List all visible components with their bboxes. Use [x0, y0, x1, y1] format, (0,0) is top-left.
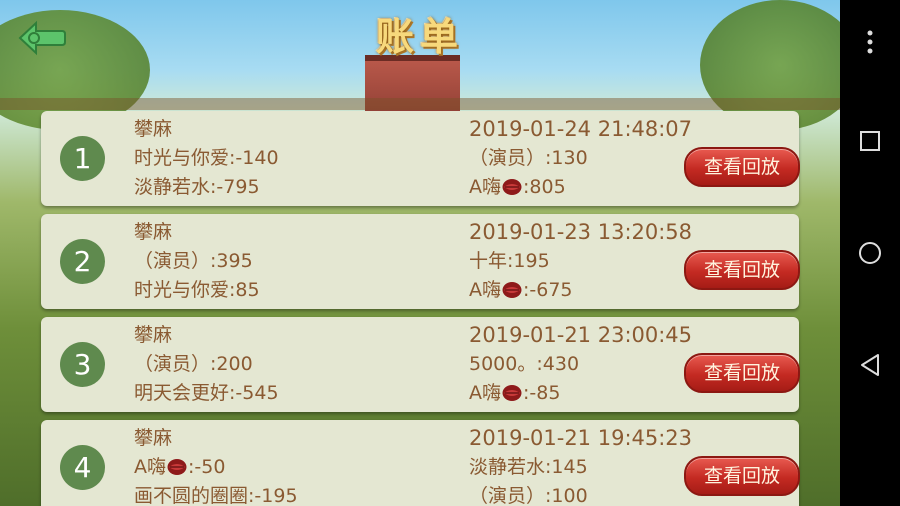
bill-record-card: 2 攀麻 2019-01-23 13:20:58 （演员）:395 时光与你爱:85 十年…: [41, 214, 800, 309]
lips-icon: [501, 279, 523, 301]
player-score: 十年:195: [469, 250, 550, 272]
lips-icon: [166, 456, 188, 478]
player-name: 画不圆的圈圈: [134, 485, 249, 506]
record-index-badge: 4: [60, 445, 105, 490]
player-score: A嗨 :-50: [134, 456, 225, 478]
player-points: :85: [229, 279, 260, 301]
player-score: A嗨 :-675: [469, 279, 573, 301]
player-score: 5000。:430: [469, 353, 579, 375]
record-index-badge: 1: [60, 136, 105, 181]
player-score: （演员）:100: [469, 485, 588, 506]
player-name: A嗨: [469, 279, 501, 301]
game-name: 攀麻: [134, 118, 173, 140]
game-name: 攀麻: [134, 221, 173, 243]
record-index-badge: 2: [60, 239, 105, 284]
player-score: A嗨 :-85: [469, 382, 560, 404]
player-points: :-195: [248, 485, 298, 506]
player-name: A嗨: [469, 176, 501, 198]
player-score: （演员）:130: [469, 147, 588, 169]
view-replay-button[interactable]: 查看回放: [684, 147, 800, 187]
player-name: （演员）: [469, 147, 546, 169]
bill-record-card: 4 攀麻 2019-01-21 19:45:23 A嗨 :-50 画不圆的圈圈:-195 淡…: [41, 420, 800, 506]
player-score: 时光与你爱:85: [134, 279, 260, 301]
player-name: 十年: [469, 250, 508, 272]
player-score: 画不圆的圈圈:-195: [134, 485, 298, 506]
record-index-badge: 3: [60, 342, 105, 387]
player-name: （演员）: [134, 353, 211, 375]
player-points: :395: [210, 250, 253, 272]
home-icon[interactable]: [850, 233, 890, 273]
bill-record-card: 1 攀麻 2019-01-24 21:48:07 时光与你爱:-140 淡静若水:-79…: [41, 111, 800, 206]
player-name: A嗨: [469, 382, 501, 404]
record-datetime: 2019-01-21 23:00:45: [469, 323, 693, 347]
player-name: 5000。: [469, 353, 537, 375]
player-points: :145: [545, 456, 588, 478]
player-points: :-675: [523, 279, 573, 301]
player-score: （演员）:395: [134, 250, 253, 272]
game-name: 攀麻: [134, 427, 173, 449]
android-nav-bar: [840, 0, 900, 506]
game-background: 账单 1 攀麻 2019-01-24 21:48:07 时光与你爱:-140 淡静若水:…: [0, 0, 840, 506]
record-datetime: 2019-01-24 21:48:07: [469, 117, 693, 141]
player-points: :-140: [229, 147, 279, 169]
player-points: :-50: [188, 456, 226, 478]
recents-icon[interactable]: [850, 121, 890, 161]
back-arrow-icon: [18, 20, 66, 56]
view-replay-button[interactable]: 查看回放: [684, 250, 800, 290]
lips-icon: [501, 176, 523, 198]
player-name: 淡静若水: [469, 456, 546, 478]
player-score: A嗨 :805: [469, 176, 566, 198]
page-title: 账单: [375, 15, 464, 59]
game-name: 攀麻: [134, 324, 173, 346]
player-score: 明天会更好:-545: [134, 382, 279, 404]
player-name: （演员）: [134, 250, 211, 272]
player-points: :195: [507, 250, 550, 272]
lips-icon: [501, 382, 523, 404]
bill-record-card: 3 攀麻 2019-01-21 23:00:45 （演员）:200 明天会更好:-545…: [41, 317, 800, 412]
player-score: 淡静若水:-795: [134, 176, 260, 198]
more-vert-icon[interactable]: [850, 22, 890, 62]
view-replay-button[interactable]: 查看回放: [684, 353, 800, 393]
player-points: :130: [545, 147, 588, 169]
player-score: 时光与你爱:-140: [134, 147, 279, 169]
player-points: :805: [523, 176, 566, 198]
player-score: （演员）:200: [134, 353, 253, 375]
header-shadow-band: [0, 98, 840, 110]
player-points: :200: [210, 353, 253, 375]
player-points: :100: [545, 485, 588, 506]
player-name: 时光与你爱: [134, 279, 230, 301]
player-points: :-795: [210, 176, 260, 198]
player-points: :-85: [523, 382, 561, 404]
back-button[interactable]: [18, 20, 66, 56]
player-name: 淡静若水: [134, 176, 211, 198]
view-replay-button[interactable]: 查看回放: [684, 456, 800, 496]
player-score: 淡静若水:145: [469, 456, 588, 478]
record-datetime: 2019-01-23 13:20:58: [469, 220, 693, 244]
player-name: 明天会更好: [134, 382, 230, 404]
nav-back-icon[interactable]: [850, 345, 890, 385]
player-name: 时光与你爱: [134, 147, 230, 169]
record-datetime: 2019-01-21 19:45:23: [469, 426, 693, 450]
player-points: :-545: [229, 382, 279, 404]
player-name: （演员）: [469, 485, 546, 506]
player-name: A嗨: [134, 456, 166, 478]
player-points: :430: [536, 353, 580, 375]
